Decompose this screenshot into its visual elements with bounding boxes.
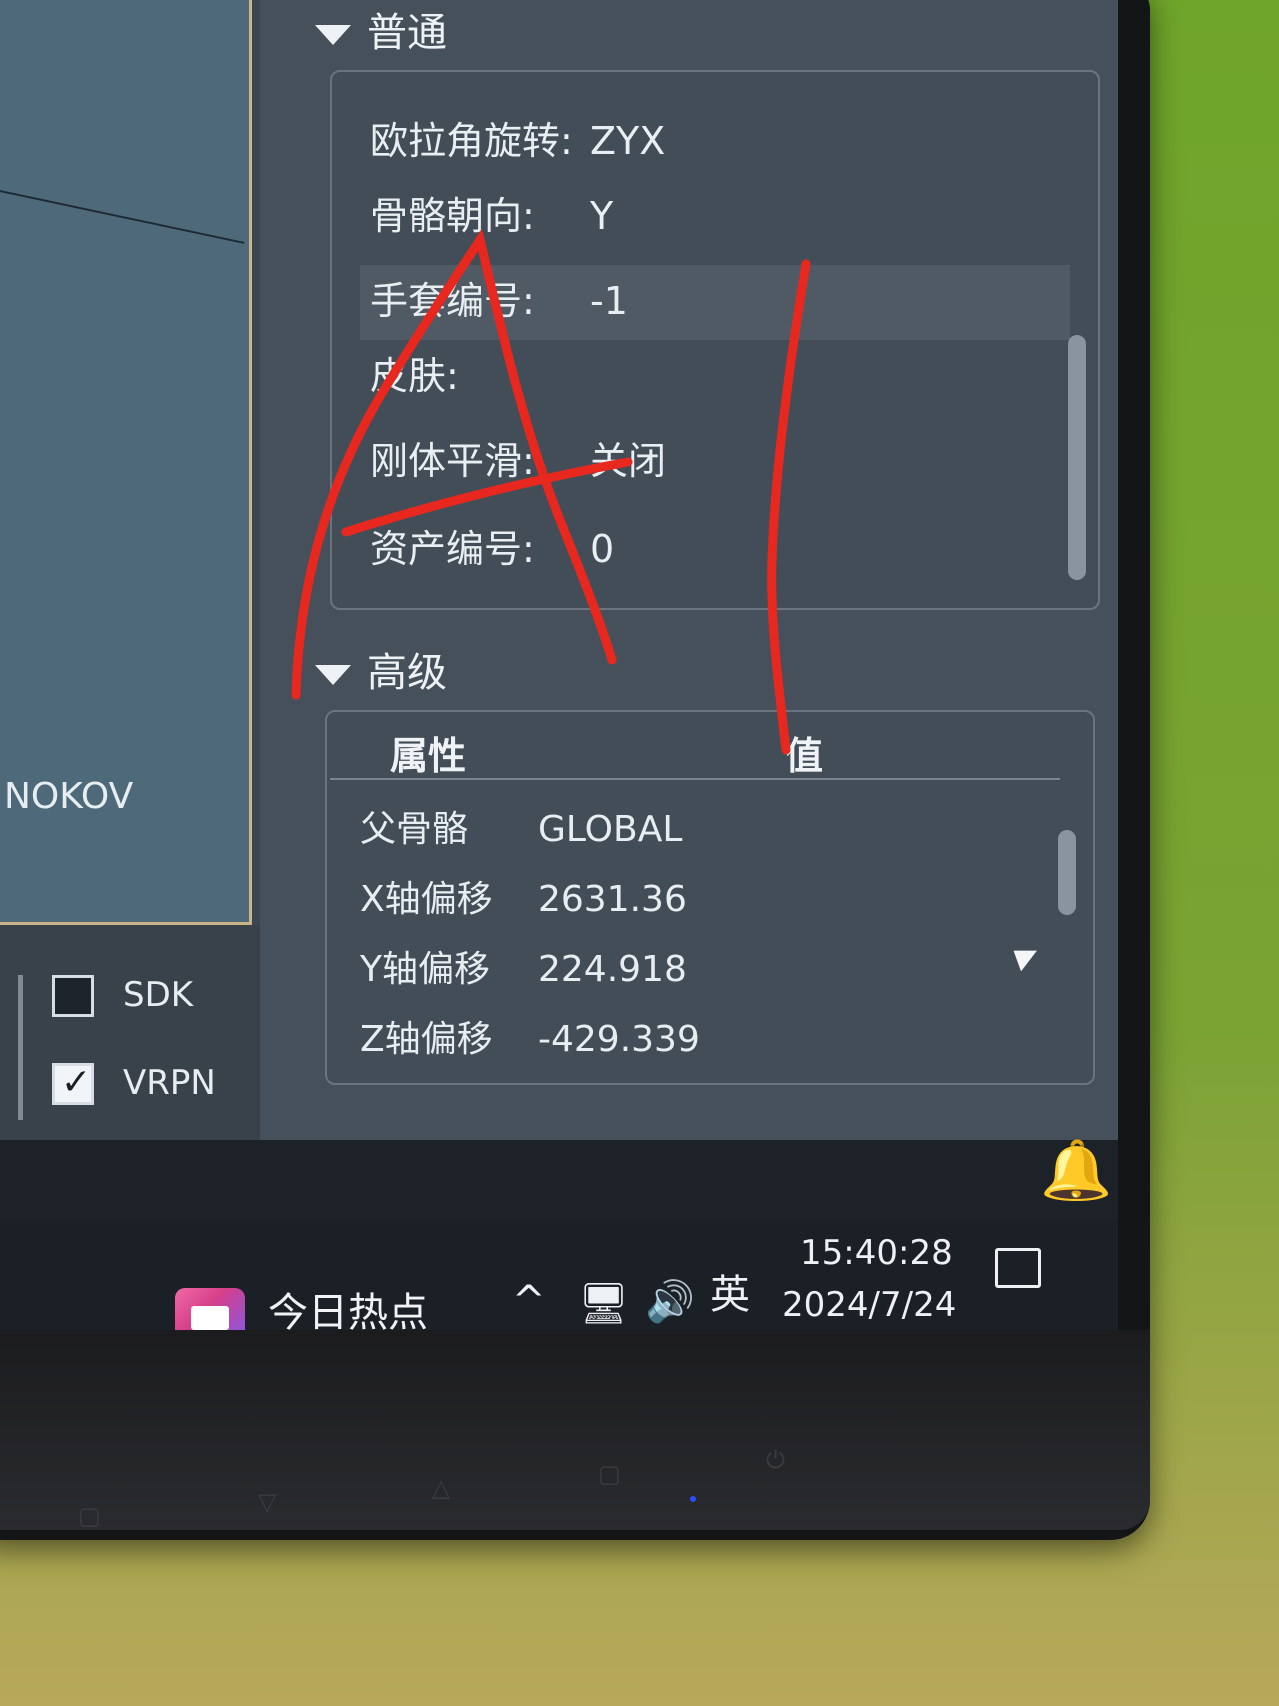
protocol-divider <box>18 975 23 1120</box>
clock-time[interactable]: 15:40:28 <box>800 1233 953 1273</box>
table-cell-value: 2631.36 <box>538 879 687 920</box>
advanced-section-header[interactable]: 高级 <box>315 640 447 698</box>
prop-key: 皮肤: <box>370 354 459 398</box>
3d-viewport[interactable]: NOKOV <box>0 0 252 925</box>
advanced-section-title: 高级 <box>367 650 447 696</box>
table-cell-key: Z轴偏移 <box>360 1019 493 1060</box>
column-header-value[interactable]: 值 <box>785 725 823 780</box>
monitor-power-icon[interactable]: ⏻ <box>766 1446 785 1474</box>
advanced-scrollbar[interactable] <box>1058 830 1076 915</box>
tray-overflow-chevron-icon[interactable]: ^ <box>512 1278 546 1324</box>
table-cell-key: 父骨骼 <box>360 809 469 850</box>
table-cell-value: 224.918 <box>538 949 687 990</box>
table-row[interactable]: X轴偏移 2631.36 <box>360 870 687 922</box>
bell-icon[interactable]: 🔔 <box>1040 1136 1112 1205</box>
general-section-title: 普通 <box>367 10 447 56</box>
vrpn-label: VRPN <box>123 1063 216 1103</box>
notification-center-icon[interactable] <box>995 1248 1041 1288</box>
clock-date[interactable]: 2024/7/24 <box>782 1285 956 1325</box>
protocol-bar <box>0 925 260 1140</box>
table-cell-key: Y轴偏移 <box>360 949 490 990</box>
news-widget-icon[interactable] <box>175 1288 245 1330</box>
monitor-bottom-bezel <box>0 1330 1150 1530</box>
prop-key: 骨骼朝向: <box>370 194 535 238</box>
table-row[interactable]: Z轴偏移 -429.339 <box>360 1010 700 1062</box>
volume-icon[interactable]: 🔊 <box>645 1278 695 1325</box>
prop-row[interactable]: 骨骼朝向: Y <box>370 185 613 240</box>
sdk-checkbox[interactable] <box>52 975 94 1017</box>
prop-row[interactable]: 手套编号: -1 <box>370 270 628 325</box>
ime-indicator[interactable]: 英 <box>710 1262 750 1320</box>
table-cell-value: -429.339 <box>538 1019 700 1060</box>
photo-scene: ▢ ▽ △ ▢ ⏻ NOKOV SDK VRPN 普通 高级 欧拉角旋转: ZYX <box>0 0 1279 1706</box>
monitor-button-2-icon[interactable]: ▢ <box>598 1460 621 1488</box>
power-led <box>690 1496 696 1502</box>
prop-row[interactable]: 欧拉角旋转: ZYX <box>370 110 665 165</box>
general-section-header[interactable]: 普通 <box>315 0 447 58</box>
prop-value: -1 <box>590 279 628 323</box>
viewport-watermark: NOKOV <box>4 776 134 817</box>
collapse-triangle-icon <box>315 665 351 685</box>
monitor-button-1-icon[interactable]: ▢ <box>78 1502 101 1530</box>
prop-value: 关闭 <box>590 439 667 483</box>
news-widget-label[interactable]: 今日热点 <box>268 1280 428 1330</box>
prop-value: ZYX <box>590 119 666 163</box>
status-strip <box>0 1140 1118 1220</box>
screen: NOKOV SDK VRPN 普通 高级 欧拉角旋转: ZYX 骨骼朝向: Y 手套… <box>0 0 1118 1330</box>
prop-row[interactable]: 刚体平滑: 关闭 <box>370 430 666 485</box>
viewport-line <box>0 190 245 244</box>
prop-key: 刚体平滑: <box>370 439 535 483</box>
prop-value: 0 <box>590 527 615 571</box>
monitor-up-icon[interactable]: △ <box>432 1474 450 1502</box>
prop-key: 欧拉角旋转: <box>370 119 573 163</box>
monitor-down-icon[interactable]: ▽ <box>258 1488 276 1516</box>
prop-value: Y <box>590 194 614 238</box>
prop-row[interactable]: 资产编号: 0 <box>370 518 614 573</box>
prop-key: 资产编号: <box>370 527 535 571</box>
column-header-property[interactable]: 属性 <box>390 725 466 780</box>
table-row[interactable]: 父骨骼 GLOBAL <box>360 800 682 852</box>
collapse-triangle-icon <box>315 25 351 45</box>
prop-row[interactable]: 皮肤: <box>370 345 590 400</box>
vrpn-checkbox[interactable] <box>52 1062 94 1105</box>
table-cell-key: X轴偏移 <box>360 879 493 920</box>
column-separator <box>330 778 1060 780</box>
general-scrollbar[interactable] <box>1068 335 1086 580</box>
table-cell-value: GLOBAL <box>538 809 683 850</box>
prop-key: 手套编号: <box>370 279 535 323</box>
sdk-label: SDK <box>123 975 194 1015</box>
table-row[interactable]: Y轴偏移 224.918 <box>360 940 687 992</box>
network-icon[interactable]: 🖥 <box>578 1280 629 1327</box>
